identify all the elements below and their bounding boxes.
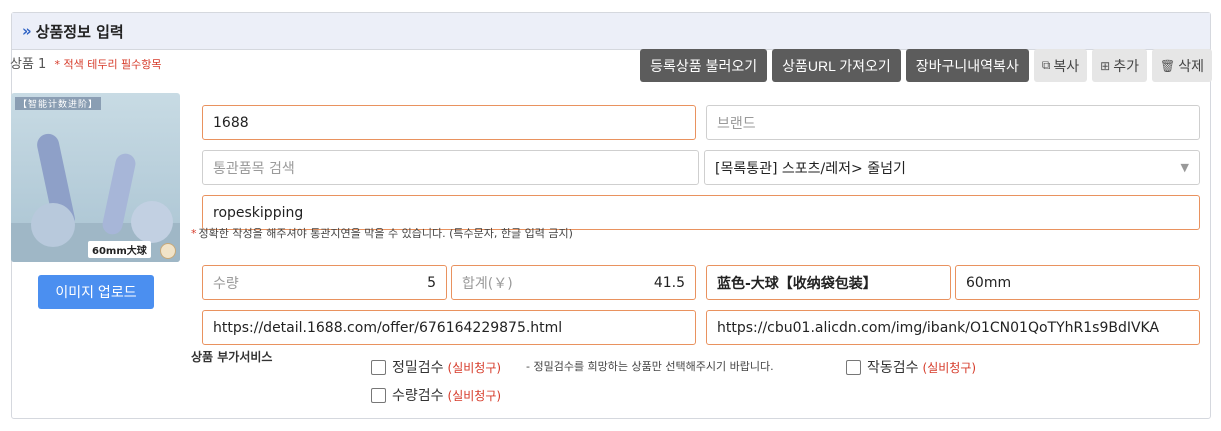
thumbnail-ball-left <box>31 203 75 247</box>
operation-inspection-checkbox[interactable] <box>846 359 861 375</box>
precision-inspection-option[interactable]: 정밀검수 (실비청구) <box>371 357 501 377</box>
precision-inspection-label: 정밀검수 <box>392 360 444 376</box>
total-input[interactable]: 합계(￥) 41.5 <box>451 265 696 300</box>
option-color-input[interactable]: 蓝色-大球【收纳袋包装】 <box>706 265 951 300</box>
precision-inspection-checkbox[interactable] <box>371 359 386 375</box>
product-number-label: 상품 1 * 적색 테두리 필수항목 <box>10 53 162 72</box>
panel-title: 상품정보 입력 <box>35 22 124 41</box>
option-color-value: 蓝色-大球【收纳袋包装】 <box>717 275 877 292</box>
thumbnail-ball-right <box>131 201 173 243</box>
image-url-input[interactable]: https://cbu01.alicdn.com/img/ibank/O1CN0… <box>706 310 1200 345</box>
hint-text: 정확한 작성을 해주셔야 통관지연을 막을 수 있습니다. (특수문자, 한글 … <box>198 227 573 240</box>
copy-button[interactable]: ⧉ 복사 <box>1033 49 1088 82</box>
panel-header: » 상품정보 입력 <box>12 13 1210 50</box>
option-size-value: 60mm <box>966 274 1012 291</box>
operation-inspection-label: 작동검수 <box>867 360 919 376</box>
customs-search-placeholder: 통관품목 검색 <box>213 160 295 177</box>
thumbnail-size-label: 60mm大球 <box>88 241 151 258</box>
load-registered-button[interactable]: 등록상품 불러오기 <box>640 49 768 82</box>
add-button[interactable]: ⊞ 추가 <box>1092 49 1147 82</box>
brand-input[interactable]: 브랜드 <box>706 105 1200 140</box>
quantity-inspection-label: 수량검수 <box>392 388 444 404</box>
product-thumbnail: 【智能计数进阶】 60mm大球 <box>11 93 180 262</box>
delete-label: 삭제 <box>1178 57 1204 74</box>
services-label: 상품 부가서비스 <box>191 350 273 364</box>
plus-box-icon: ⊞ <box>1100 58 1111 73</box>
copy-label: 복사 <box>1053 57 1080 74</box>
required-note: * 적색 테두리 필수항목 <box>54 58 162 71</box>
precision-inspection-paid: (실비청구) <box>447 360 502 375</box>
customs-category-value: [목록통관] 스포츠/레저> 줄넘기 <box>715 160 906 177</box>
copy-icon: ⧉ <box>1041 58 1051 72</box>
quantity-value: 5 <box>427 274 436 291</box>
chevron-down-icon: ▼ <box>1180 161 1189 174</box>
operation-inspection-option[interactable]: 작동검수 (실비청구) <box>846 357 976 377</box>
add-label: 추가 <box>1113 57 1139 74</box>
quantity-inspection-checkbox[interactable] <box>371 387 386 403</box>
total-value: 41.5 <box>653 274 685 291</box>
customs-hint: * 정확한 작성을 해주셔야 통관지연을 막을 수 있습니다. (특수문자, 한글… <box>191 225 573 241</box>
customs-search-input[interactable]: 통관품목 검색 <box>202 150 699 185</box>
quantity-input[interactable]: 수량 5 <box>202 265 447 300</box>
shop-value: 1688 <box>213 114 249 131</box>
double-chevron-icon: » <box>22 22 32 40</box>
product-number: 상품 1 <box>10 57 47 72</box>
thumbnail-top-text: 【智能计数进阶】 <box>15 97 102 110</box>
cup-icon <box>160 243 176 259</box>
brand-placeholder: 브랜드 <box>717 115 756 132</box>
shop-input[interactable]: 1688 <box>202 105 696 140</box>
precision-inspection-note: - 정밀검수를 희망하는 상품만 선택해주시기 바랍니다. <box>526 360 774 373</box>
image-upload-button[interactable]: 이미지 업로드 <box>38 275 154 309</box>
image-url-value: https://cbu01.alicdn.com/img/ibank/O1CN0… <box>717 319 1160 336</box>
quantity-inspection-option[interactable]: 수량검수 (실비청구) <box>371 385 501 405</box>
english-name-value: ropeskipping <box>213 204 304 221</box>
trash-icon: 🗑 <box>1160 58 1176 73</box>
total-label: 합계(￥) <box>462 275 513 292</box>
product-url-input[interactable]: https://detail.1688.com/offer/6761642298… <box>202 310 696 345</box>
quantity-inspection-paid: (실비청구) <box>447 388 502 403</box>
customs-category-select[interactable]: [목록통관] 스포츠/레저> 줄넘기 ▼ <box>704 150 1200 185</box>
quantity-label: 수량 <box>213 275 239 292</box>
fetch-url-button[interactable]: 상품URL 가져오기 <box>772 49 901 82</box>
toolbar: 등록상품 불러오기 상품URL 가져오기 장바구니내역복사 ⧉ 복사 ⊞ 추가 … <box>640 49 1212 82</box>
hint-mark: * <box>191 227 197 240</box>
delete-button[interactable]: 🗑 삭제 <box>1152 49 1212 82</box>
copy-cart-button[interactable]: 장바구니내역복사 <box>905 49 1029 82</box>
product-url-value: https://detail.1688.com/offer/6761642298… <box>213 319 563 336</box>
option-size-input[interactable]: 60mm <box>955 265 1200 300</box>
operation-inspection-paid: (실비청구) <box>922 360 977 375</box>
